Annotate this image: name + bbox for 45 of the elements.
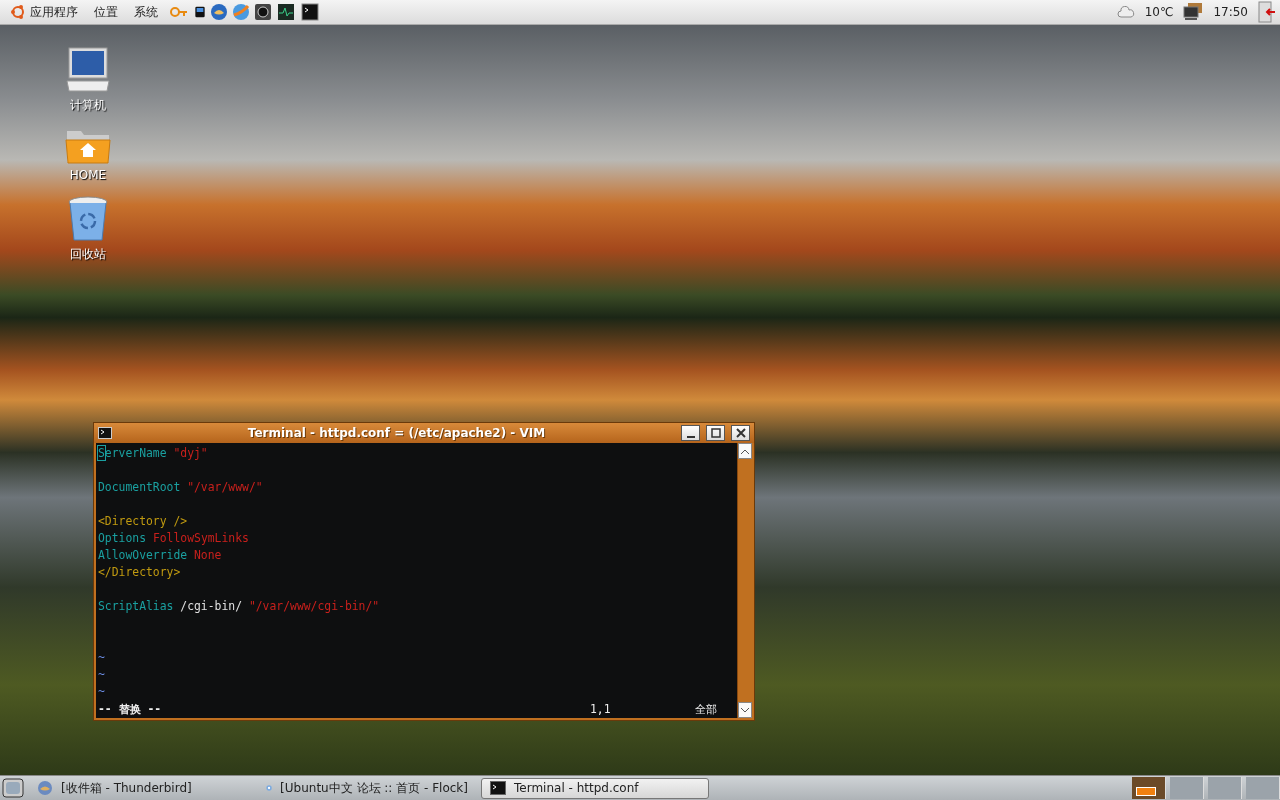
- code-line: Options FollowSymLinks: [98, 530, 250, 547]
- menu[interactable]: 位置: [88, 3, 124, 21]
- scrollbar[interactable]: [737, 443, 752, 718]
- empty-line-marker: ~: [98, 666, 106, 683]
- logout-icon[interactable]: [1258, 1, 1276, 23]
- minimize-button[interactable]: [681, 425, 700, 441]
- temperature-text: 10℃: [1143, 5, 1175, 19]
- terminal-icon[interactable]: [300, 3, 320, 21]
- home-folder-icon[interactable]: [65, 128, 111, 164]
- scroll-position: 全部: [695, 701, 718, 718]
- window-title: Terminal - httpd.conf = (/etc/apache2) - VIM: [246, 426, 547, 440]
- code-line: ScriptAlias /cgi-bin/ "/var/www/cgi-bin/": [98, 598, 381, 615]
- taskbar-button[interactable]: [收件箱 - Thunderbird]: [28, 777, 253, 799]
- computer-icon[interactable]: [66, 47, 110, 93]
- bird-globe-icon[interactable]: [210, 3, 228, 21]
- minimize-icon: [686, 435, 695, 438]
- camera-icon[interactable]: [254, 3, 272, 21]
- menu[interactable]: 系统: [128, 3, 164, 21]
- code-line: <Directory />: [98, 513, 189, 530]
- maximize-icon: [710, 428, 721, 438]
- code-line: DocumentRoot "/var/www/": [98, 479, 264, 496]
- empty-line-marker: ~: [98, 649, 106, 666]
- network-computer-icon[interactable]: [1183, 3, 1204, 21]
- desktop-icon-label[interactable]: 回收站: [70, 246, 106, 263]
- bird-globe-icon: [37, 780, 53, 796]
- code-line: AllowOverride None: [98, 547, 223, 564]
- code-line: </Directory>: [98, 564, 182, 581]
- terminal-icon: [490, 781, 506, 795]
- mode-indicator: -- 替换 --: [98, 701, 162, 718]
- cursor-position: 1,1: [590, 701, 612, 718]
- taskbar-button[interactable]: Terminal - httpd.conf: [481, 777, 709, 799]
- empty-line-marker: ~: [98, 683, 106, 700]
- close-button[interactable]: [731, 425, 750, 441]
- clock-text[interactable]: 17:50: [1207, 5, 1254, 19]
- show-desktop-icon[interactable]: [2, 778, 24, 798]
- cloud-icon[interactable]: [1116, 5, 1135, 19]
- terminal-icon: [98, 427, 112, 439]
- maximize-button[interactable]: [706, 425, 725, 441]
- taskbar-button[interactable]: [Ubuntu中文 论坛 :: 首页 - Flock]: [257, 777, 477, 799]
- trash-icon[interactable]: [67, 196, 109, 242]
- system-monitor-icon[interactable]: [276, 3, 296, 21]
- close-icon: [735, 428, 746, 438]
- menu[interactable]: 应用程序: [4, 3, 84, 21]
- logo-icon: [10, 4, 26, 20]
- workspace[interactable]: [1132, 777, 1166, 799]
